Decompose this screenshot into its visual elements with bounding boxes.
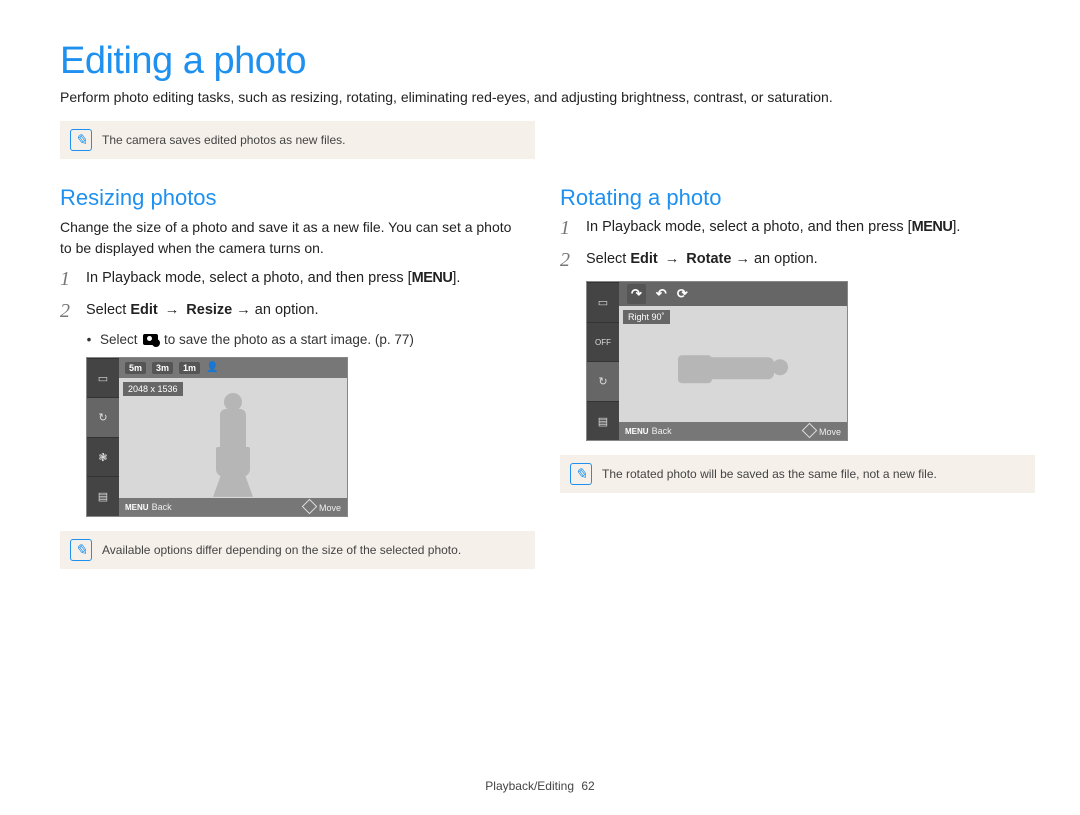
note-icon: ✎ bbox=[70, 539, 92, 561]
right-step-2: 2 Select Edit → Rotate → an option. bbox=[560, 249, 1020, 271]
resizing-body: Change the size of a photo and save it a… bbox=[60, 217, 520, 258]
move-hint: Move bbox=[304, 501, 341, 513]
footer-page-number: 62 bbox=[581, 779, 594, 793]
step-text: Select bbox=[86, 302, 130, 318]
lcd-resize: ▭ ↻ ❃ ▤ 5m 3m 1m 👤 2048 x 1536 bbox=[86, 357, 348, 517]
lcd-row: ▭ OFF ↻ ▤ ↷ ↶ ⟳ Right 90˚ bbox=[587, 282, 847, 440]
left-column: Resizing photos Change the size of a pho… bbox=[60, 179, 520, 589]
menu-label: MENU bbox=[912, 219, 953, 235]
bullet-body: Select to save the photo as a start imag… bbox=[100, 332, 414, 347]
back-label: Back bbox=[652, 426, 672, 436]
left-step-1: 1 In Playback mode, select a photo, and … bbox=[60, 268, 520, 290]
lcd-footer: MENUBack Move bbox=[619, 422, 847, 440]
move-label: Move bbox=[819, 427, 841, 437]
size-1m: 1m bbox=[179, 362, 200, 374]
rotating-heading: Rotating a photo bbox=[560, 185, 1020, 211]
step-number: 1 bbox=[560, 217, 576, 239]
person-silhouette bbox=[210, 393, 256, 498]
lcd-footer: MENUBack Move bbox=[119, 498, 347, 516]
adjust-tool-icon: ▤ bbox=[587, 401, 619, 441]
step-body: Select Edit → Rotate → an option. bbox=[586, 249, 1020, 271]
bullet-text: to save the photo as a start image. (p. … bbox=[160, 332, 414, 347]
navpad-icon bbox=[802, 423, 818, 439]
lcd-canvas bbox=[619, 306, 847, 422]
step-body: In Playback mode, select a photo, and th… bbox=[586, 217, 1020, 239]
resizing-heading: Resizing photos bbox=[60, 185, 520, 211]
step-text: ]. bbox=[952, 219, 960, 235]
note-box-top: ✎ The camera saves edited photos as new … bbox=[60, 121, 535, 159]
step-body: Select Edit → Resize → an option. bbox=[86, 300, 520, 322]
left-sub-bullet: • Select to save the photo as a start im… bbox=[86, 332, 520, 347]
note-text: Available options differ depending on th… bbox=[102, 539, 461, 557]
bold: Rotate bbox=[686, 251, 731, 267]
two-column-layout: Resizing photos Change the size of a pho… bbox=[60, 179, 1020, 589]
lcd-main: 5m 3m 1m 👤 2048 x 1536 MENUBack bbox=[119, 358, 347, 516]
step-text: → an option. bbox=[232, 302, 318, 318]
start-image-small-icon: 👤 bbox=[206, 362, 218, 373]
page-title: Editing a photo bbox=[60, 40, 1020, 83]
adjust-tool-icon: ▤ bbox=[87, 476, 119, 516]
bullet-dot: • bbox=[86, 332, 92, 347]
move-hint: Move bbox=[804, 425, 841, 437]
step-text: In Playback mode, select a photo, and th… bbox=[86, 270, 412, 286]
resize-tool-icon: ▭ bbox=[87, 358, 119, 398]
step-number: 2 bbox=[60, 300, 76, 322]
start-image-icon bbox=[143, 334, 158, 345]
note-icon: ✎ bbox=[570, 463, 592, 485]
intro-text: Perform photo editing tasks, such as res… bbox=[60, 87, 1020, 107]
lcd-main: ↷ ↶ ⟳ Right 90˚ MENUBack Move bbox=[619, 282, 847, 440]
resize-tool-icon: ▭ bbox=[587, 282, 619, 322]
bold: Edit bbox=[630, 251, 657, 267]
menu-kbd: MENU bbox=[125, 503, 149, 512]
color-tool-icon: ❃ bbox=[87, 437, 119, 477]
manual-page: Editing a photo Perform photo editing ta… bbox=[0, 0, 1080, 815]
navpad-icon bbox=[302, 499, 318, 515]
back-hint: MENUBack bbox=[125, 502, 172, 512]
rotate-right-90-icon: ↷ bbox=[627, 284, 646, 304]
lcd-rotate: ▭ OFF ↻ ▤ ↷ ↶ ⟳ Right 90˚ bbox=[586, 281, 848, 441]
person-silhouette-rotated bbox=[678, 347, 788, 389]
page-footer: Playback/Editing 62 bbox=[0, 779, 1080, 793]
resize-topbar: 5m 3m 1m 👤 bbox=[119, 358, 347, 378]
back-hint: MENUBack bbox=[625, 426, 672, 436]
footer-section: Playback/Editing bbox=[485, 779, 574, 793]
step-text: Select bbox=[586, 251, 630, 267]
note-text: The camera saves edited photos as new fi… bbox=[102, 129, 345, 147]
lcd-canvas bbox=[119, 378, 347, 498]
rotate-options-bar: ↷ ↶ ⟳ bbox=[619, 282, 847, 306]
note-box-left: ✎ Available options differ depending on … bbox=[60, 531, 535, 569]
right-column: Rotating a photo 1 In Playback mode, sel… bbox=[560, 179, 1020, 589]
lcd-sidebar: ▭ ↻ ❃ ▤ bbox=[87, 358, 119, 516]
arrow: → bbox=[658, 251, 687, 267]
step-number: 2 bbox=[560, 249, 576, 271]
step-number: 1 bbox=[60, 268, 76, 290]
bold: Resize bbox=[186, 302, 232, 318]
rotate-180-icon: ⟳ bbox=[677, 286, 688, 302]
bold: Edit bbox=[130, 302, 157, 318]
rotate-left-90-icon: ↶ bbox=[656, 286, 667, 302]
lcd-row: ▭ ↻ ❃ ▤ 5m 3m 1m 👤 2048 x 1536 bbox=[87, 358, 347, 516]
note-text: The rotated photo will be saved as the s… bbox=[602, 463, 937, 481]
bullet-text: Select bbox=[100, 332, 141, 347]
lcd-sidebar: ▭ OFF ↻ ▤ bbox=[587, 282, 619, 440]
step-body: In Playback mode, select a photo, and th… bbox=[86, 268, 520, 290]
arrow: → bbox=[158, 302, 187, 318]
step-text: ]. bbox=[452, 270, 460, 286]
size-3m: 3m bbox=[152, 362, 173, 374]
size-5m: 5m bbox=[125, 362, 146, 374]
menu-label: MENU bbox=[412, 270, 453, 286]
step-text: In Playback mode, select a photo, and th… bbox=[586, 219, 912, 235]
step-text: → an option. bbox=[731, 251, 817, 267]
right-step-1: 1 In Playback mode, select a photo, and … bbox=[560, 217, 1020, 239]
rotate-tool-icon: ↻ bbox=[587, 361, 619, 401]
left-step-2: 2 Select Edit → Resize → an option. bbox=[60, 300, 520, 322]
off-label: OFF bbox=[587, 322, 619, 362]
note-box-right: ✎ The rotated photo will be saved as the… bbox=[560, 455, 1035, 493]
back-label: Back bbox=[152, 502, 172, 512]
note-icon: ✎ bbox=[70, 129, 92, 151]
menu-kbd: MENU bbox=[625, 427, 649, 436]
rotate-tool-icon: ↻ bbox=[87, 397, 119, 437]
move-label: Move bbox=[319, 503, 341, 513]
